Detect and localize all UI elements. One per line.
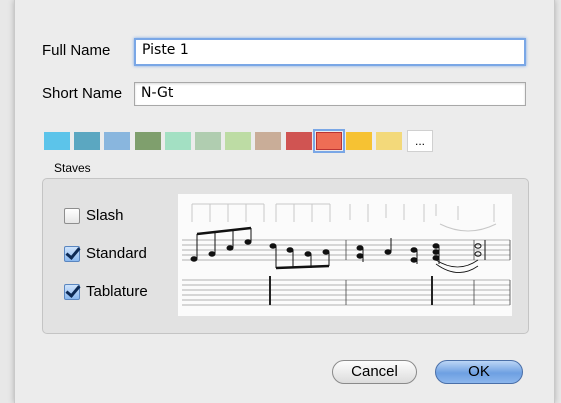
color-swatch[interactable] (44, 132, 70, 150)
full-name-label: Full Name (42, 42, 111, 59)
tablature-staff (182, 276, 511, 306)
color-swatch[interactable] (346, 132, 372, 150)
color-swatch[interactable] (195, 132, 221, 150)
color-swatch[interactable] (255, 132, 282, 150)
color-swatch[interactable] (74, 132, 101, 150)
standard-notes (190, 226, 486, 270)
ok-button[interactable]: OK (435, 360, 523, 384)
cancel-button[interactable]: Cancel (332, 360, 417, 384)
color-swatch[interactable] (225, 132, 252, 150)
standard-checkbox-row[interactable]: Standard (64, 245, 147, 262)
color-swatch[interactable] (376, 132, 403, 150)
short-name-field[interactable]: N-Gt (134, 82, 526, 106)
ties (435, 259, 479, 273)
standard-checkbox[interactable] (64, 245, 80, 262)
short-name-label: Short Name (42, 85, 123, 102)
color-swatch[interactable] (164, 132, 191, 150)
tablature-checkbox[interactable] (64, 283, 80, 300)
color-swatch[interactable] (312, 129, 345, 153)
slash-notation (191, 203, 497, 232)
color-swatch[interactable] (104, 132, 131, 150)
tablature-checkbox-row[interactable]: Tablature (64, 283, 148, 300)
more-colors-button[interactable]: ... (407, 130, 433, 152)
slash-checkbox-row[interactable]: Slash (64, 207, 124, 224)
staves-group-title: Staves (54, 161, 91, 175)
standard-label: Standard (86, 245, 147, 262)
color-swatch[interactable] (285, 132, 312, 150)
full-name-field[interactable]: Piste 1 (134, 38, 526, 66)
staves-preview-image (178, 194, 512, 316)
slash-label: Slash (86, 207, 124, 224)
slash-checkbox[interactable] (64, 207, 80, 224)
tablature-label: Tablature (86, 283, 148, 300)
color-swatch[interactable] (134, 132, 161, 150)
